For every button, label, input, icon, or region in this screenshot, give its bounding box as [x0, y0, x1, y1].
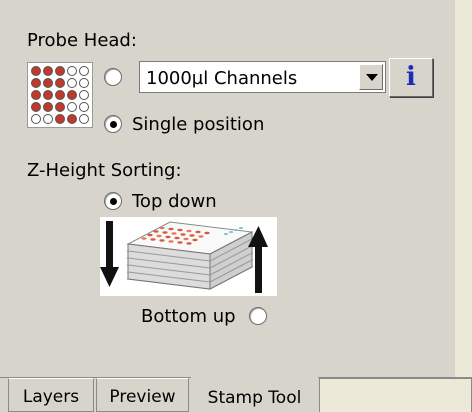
bottom-up-label: Bottom up: [141, 306, 236, 327]
plate-stack-icon: [100, 217, 277, 296]
probe-head-title: Probe Head:: [27, 30, 137, 51]
tab-layers[interactable]: Layers: [8, 378, 94, 412]
info-button[interactable]: i: [389, 58, 433, 97]
tab-preview[interactable]: Preview: [96, 378, 189, 412]
top-down-radio[interactable]: [104, 192, 122, 210]
radio-selected-dot: [110, 121, 117, 128]
channel-select[interactable]: 1000µl Channels: [139, 61, 386, 93]
tab-strip-empty: [319, 378, 472, 412]
single-position-label: Single position: [132, 114, 265, 135]
info-icon: i: [406, 62, 416, 92]
tab-label: Preview: [109, 387, 176, 407]
tab-label: Layers: [22, 387, 80, 407]
channels-radio[interactable]: [104, 68, 122, 86]
bottom-up-radio[interactable]: [249, 307, 267, 325]
chevron-down-icon[interactable]: [359, 64, 383, 90]
tab-stamp-tool[interactable]: Stamp Tool: [191, 374, 318, 412]
panel-right-edge: [455, 0, 472, 412]
probe-grid-icon: [27, 62, 93, 128]
tab-label: Stamp Tool: [207, 388, 302, 408]
single-position-radio[interactable]: [104, 115, 122, 133]
z-height-sorting-title: Z-Height Sorting:: [27, 160, 182, 181]
radio-selected-dot: [110, 198, 117, 205]
top-down-label: Top down: [132, 191, 217, 212]
channel-select-value: 1000µl Channels: [146, 68, 298, 89]
stamp-tool-panel: Probe Head: 1000µl Channels i Single pos…: [0, 0, 472, 412]
